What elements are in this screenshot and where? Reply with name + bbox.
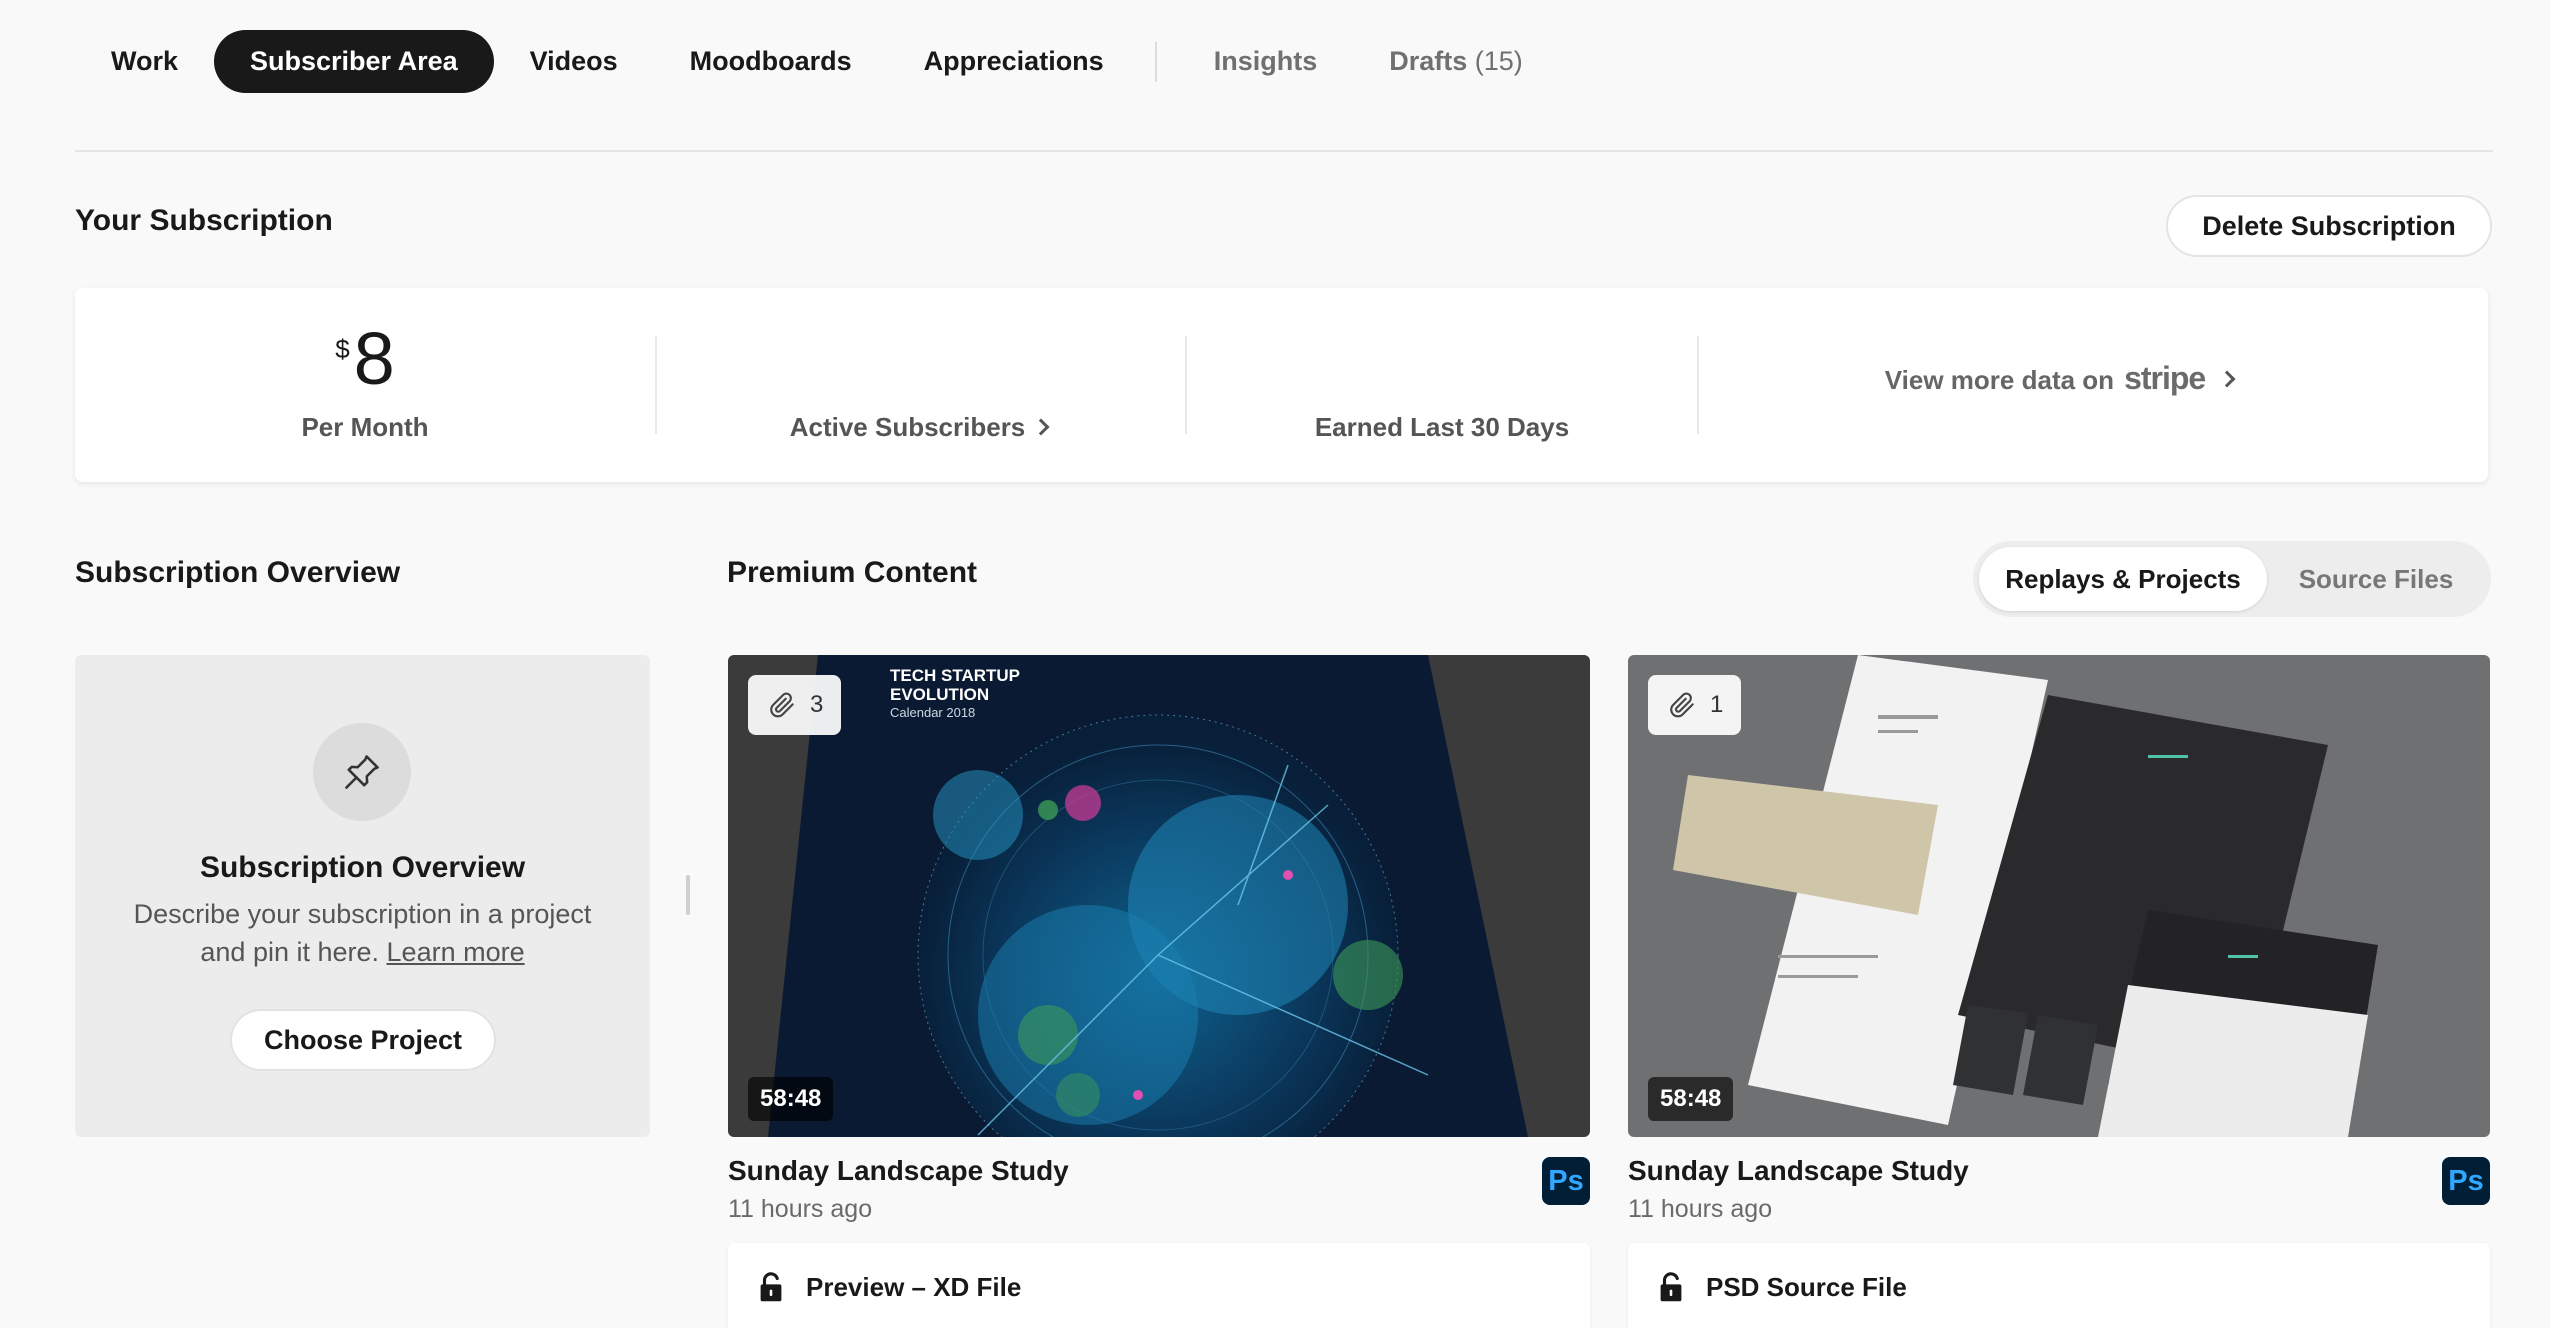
poster-line2: EVOLUTION (890, 685, 989, 704)
divider (75, 150, 2493, 152)
tab-work[interactable]: Work (75, 30, 214, 93)
project-thumbnail[interactable]: 1 58:48 (1628, 655, 2490, 1137)
stripe-link[interactable]: View more data on stripe (1884, 360, 2236, 397)
stationery-mockup-image (1628, 655, 2490, 1137)
profile-tabs: Work Subscriber Area Videos Moodboards A… (75, 30, 1559, 93)
stripe-stat[interactable]: View more data on stripe (1699, 288, 2419, 482)
overview-section-title: Subscription Overview (75, 556, 401, 589)
stripe-text: View more data on (1884, 365, 2115, 395)
choose-project-button[interactable]: Choose Project (230, 1009, 496, 1071)
paperclip-icon (770, 692, 794, 718)
premium-card[interactable]: TECH STARTUP EVOLUTION Calendar 2018 3 5… (728, 655, 1590, 1328)
overview-card-title: Subscription Overview (199, 851, 526, 884)
unlock-icon (1660, 1272, 1682, 1302)
attachments-badge: 3 (748, 675, 842, 735)
poster-line1: TECH STARTUP (890, 666, 1020, 685)
file-name: Preview – XD File (806, 1271, 1022, 1302)
price-amount: 8 (353, 317, 395, 400)
tab-videos[interactable]: Videos (494, 30, 654, 93)
project-thumbnail[interactable]: TECH STARTUP EVOLUTION Calendar 2018 3 5… (728, 655, 1590, 1137)
tab-divider (1154, 41, 1157, 82)
attachments-count: 1 (1710, 691, 1724, 718)
tab-moodboards[interactable]: Moodboards (654, 30, 888, 93)
currency-symbol: $ (335, 334, 350, 364)
paperclip-icon (1670, 692, 1694, 718)
card-title[interactable]: Sunday Landscape Study (1628, 1155, 1969, 1187)
content-type-toggle: Replays & Projects Source Files (1973, 541, 2491, 617)
photoshop-icon: Ps (1542, 1157, 1590, 1205)
delete-subscription-button[interactable]: Delete Subscription (2166, 195, 2492, 257)
file-row[interactable]: Preview – XD File (728, 1243, 1590, 1328)
chevron-right-icon (1032, 418, 1050, 436)
subscription-stats-card: $ 8 Per Month Active Subscribers Earned … (75, 288, 2488, 482)
subscription-title: Your Subscription (75, 204, 333, 237)
card-timestamp: 11 hours ago (1628, 1195, 1773, 1223)
subscribers-link[interactable]: Active Subscribers (789, 412, 1050, 443)
pin-icon (313, 723, 411, 821)
tab-drafts[interactable]: Drafts (15) (1353, 30, 1559, 93)
card-timestamp: 11 hours ago (728, 1195, 873, 1223)
subscribers-label: Active Subscribers (789, 412, 1026, 442)
photoshop-icon: Ps (2442, 1157, 2490, 1205)
resize-handle[interactable] (686, 875, 690, 915)
overview-description: Describe your subscription in a project … (115, 895, 610, 971)
file-name: PSD Source File (1706, 1271, 1907, 1302)
price-stat: $ 8 Per Month (75, 288, 655, 482)
earned-stat: Earned Last 30 Days (1187, 288, 1697, 482)
subscribers-stat[interactable]: Active Subscribers (657, 288, 1180, 482)
tab-subscriber-area[interactable]: Subscriber Area (214, 30, 494, 93)
toggle-replays-projects[interactable]: Replays & Projects (1979, 547, 2267, 611)
overview-card: Subscription Overview Describe your subs… (75, 655, 650, 1137)
duration-badge: 58:48 (748, 1077, 834, 1121)
premium-content-title: Premium Content (727, 556, 978, 589)
tab-appreciations[interactable]: Appreciations (888, 30, 1140, 93)
tab-drafts-label: Drafts (1389, 46, 1468, 76)
stripe-logo: stripe (2124, 360, 2206, 396)
poster-line3: Calendar 2018 (890, 705, 975, 720)
price-label: Per Month (301, 412, 429, 442)
attachments-badge: 1 (1648, 675, 1742, 735)
drafts-count: (15) (1474, 46, 1523, 76)
price-value: $ 8 (335, 322, 395, 396)
tab-insights[interactable]: Insights (1178, 30, 1354, 93)
toggle-source-files[interactable]: Source Files (2267, 547, 2485, 611)
learn-more-link[interactable]: Learn more (387, 937, 525, 967)
tech-poster-image: TECH STARTUP EVOLUTION Calendar 2018 (728, 655, 1590, 1137)
earned-label: Earned Last 30 Days (1314, 412, 1570, 442)
unlock-icon (760, 1272, 782, 1302)
attachments-count: 3 (810, 691, 824, 718)
premium-card[interactable]: 1 58:48 Sunday Landscape Study 11 hours … (1628, 655, 2490, 1328)
file-row[interactable]: PSD Source File (1628, 1243, 2490, 1328)
duration-badge: 58:48 (1648, 1077, 1734, 1121)
chevron-right-icon (2218, 370, 2236, 388)
card-title[interactable]: Sunday Landscape Study (728, 1155, 1069, 1187)
